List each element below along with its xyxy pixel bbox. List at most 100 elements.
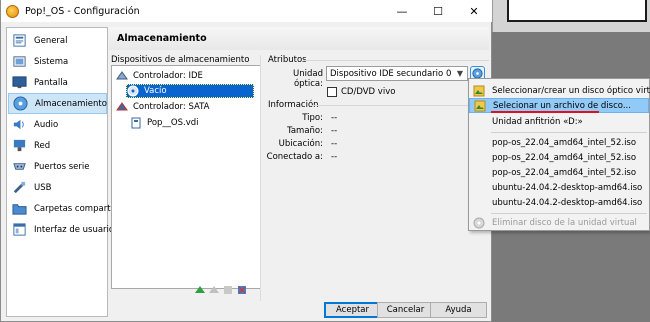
display-icon	[12, 76, 27, 89]
sidebar-item-display[interactable]: Pantalla	[8, 72, 107, 93]
menu-item-label: pop-os_22.04_amd64_intel_52.iso	[492, 152, 637, 163]
minimize-button[interactable]: —	[384, 0, 420, 22]
tree-item-label: Controlador: IDE	[133, 71, 203, 81]
menu-item-label: pop-os_22.04_amd64_intel_52.iso	[492, 137, 637, 148]
menu-item-recent-iso[interactable]: ubuntu-24.04.2-desktop-amd64.iso	[469, 180, 649, 195]
menu-item-label: pop-os_22.04_amd64_intel_52.iso	[492, 167, 637, 178]
info-location-label: Ubicación:	[278, 139, 323, 149]
menu-item-label: Unidad anfitrión «D:»	[492, 116, 583, 127]
sidebar-item-usb[interactable]: USB	[8, 177, 107, 198]
menu-item-recent-iso[interactable]: pop-os_22.04_amd64_intel_52.iso	[469, 150, 649, 165]
menu-separator	[491, 213, 647, 214]
serial-ports-icon	[13, 163, 26, 170]
ide-controller-icon	[116, 71, 128, 80]
help-button[interactable]: Ayuda	[430, 302, 487, 318]
sidebar-item-audio[interactable]: Audio	[8, 114, 107, 135]
title-bar[interactable]: Pop!_OS - Configuración — ☐ ✕	[1, 0, 492, 22]
tree-item-label: Controlador: SATA	[133, 102, 210, 112]
sidebar-item-network[interactable]: Red	[8, 135, 107, 156]
sidebar-item-label: Audio	[34, 119, 59, 130]
live-cd-checkbox[interactable]	[327, 87, 337, 97]
storage-devices-title: Dispositivos de almacenamiento	[111, 55, 250, 65]
attributes-title: Atributos	[268, 55, 307, 65]
cancel-button[interactable]: Cancelar	[377, 302, 434, 318]
chevron-down-icon: ▼	[456, 69, 464, 78]
live-cd-option[interactable]: CD/DVD vivo	[327, 87, 395, 97]
menu-item-recent-iso[interactable]: ubuntu-24.04.2-desktop-amd64.iso	[469, 195, 649, 210]
network-icon	[13, 139, 26, 152]
tree-item-label: Vacío	[144, 86, 167, 96]
add-attachment-icon[interactable]	[222, 284, 234, 296]
optical-drive-value: Dispositivo IDE secundario 0	[330, 69, 452, 79]
menu-item-label: Seleccionar/crear un disco óptico virtua…	[492, 85, 650, 96]
shared-folders-icon	[12, 204, 27, 215]
accept-button[interactable]: Aceptar	[324, 302, 381, 318]
audio-icon	[13, 119, 24, 130]
background-window	[492, 0, 650, 32]
optical-drive-select[interactable]: Dispositivo IDE secundario 0 ▼	[326, 66, 468, 81]
optical-disc-icon	[127, 85, 139, 97]
remove-controller-icon[interactable]	[208, 284, 220, 296]
information-rule	[311, 105, 489, 106]
storage-tree-toolbar	[194, 284, 248, 296]
tree-item-label: Pop__OS.vdi	[147, 118, 199, 128]
page-title: Almacenamiento	[109, 27, 489, 50]
sidebar-item-label: Almacenamiento	[35, 98, 107, 109]
info-size-label: Tamaño:	[287, 126, 323, 136]
menu-item-recent-iso[interactable]: pop-os_22.04_amd64_intel_52.iso	[469, 165, 649, 180]
group-divider	[260, 55, 261, 301]
menu-item-label: Eliminar disco de la unidad virtual	[492, 217, 637, 228]
info-type-value: --	[331, 113, 338, 123]
storage-devices-group: Dispositivos de almacenamiento Controlad…	[109, 52, 261, 304]
disc-image-icon	[474, 100, 486, 111]
storage-icon	[13, 96, 28, 111]
menu-separator	[491, 132, 647, 133]
virtualbox-app-icon	[6, 4, 19, 18]
info-size-value: --	[331, 126, 338, 136]
optical-drive-label: Unidad óptica:	[293, 69, 323, 89]
sidebar-item-serial-ports[interactable]: Puertos serie	[8, 156, 107, 177]
sidebar-item-system[interactable]: Sistema	[8, 51, 107, 72]
hard-disk-icon	[131, 117, 141, 129]
tree-item-empty-optical[interactable]: Vacío	[126, 84, 254, 98]
menu-item-host-drive[interactable]: Unidad anfitrión «D:»	[469, 114, 649, 129]
menu-item-recent-iso[interactable]: pop-os_22.04_amd64_intel_52.iso	[469, 135, 649, 150]
menu-item-label: ubuntu-24.04.2-desktop-amd64.iso	[492, 182, 643, 193]
sidebar-item-shared-folders[interactable]: Carpetas compartidas	[8, 198, 128, 219]
background-window-frame	[507, 0, 647, 22]
settings-dialog: Pop!_OS - Configuración — ☐ ✕ General Si…	[0, 0, 492, 322]
eject-disc-icon	[473, 217, 485, 228]
menu-item-label: ubuntu-24.04.2-desktop-amd64.iso	[492, 197, 643, 208]
tree-item-hard-disk[interactable]: Pop__OS.vdi	[130, 116, 199, 130]
sidebar-item-storage[interactable]: Almacenamiento	[8, 93, 107, 114]
info-connected-value: --	[331, 152, 338, 162]
attributes-rule	[303, 60, 489, 61]
sidebar-item-label: Pantalla	[34, 77, 68, 88]
sidebar-item-label: Interfaz de usuario	[34, 224, 115, 235]
window-controls: — ☐ ✕	[384, 0, 492, 22]
info-type-label: Tipo:	[302, 113, 323, 123]
info-location-value: --	[331, 139, 338, 149]
tree-item-ide-controller[interactable]: Controlador: IDE	[116, 69, 203, 83]
sidebar-item-label: Sistema	[34, 56, 69, 67]
sidebar-item-user-interface[interactable]: Interfaz de usuario	[8, 219, 114, 240]
maximize-button[interactable]: ☐	[420, 0, 456, 22]
storage-tree[interactable]: Controlador: IDE Vacío Controlador: SATA…	[111, 65, 261, 289]
remove-attachment-icon[interactable]	[236, 284, 248, 296]
menu-item-remove-disk: Eliminar disco de la unidad virtual	[469, 215, 649, 230]
menu-item-choose-create-optical[interactable]: Seleccionar/crear un disco óptico virtua…	[469, 83, 650, 98]
live-cd-label: CD/DVD vivo	[341, 87, 396, 97]
window-title: Pop!_OS - Configuración	[25, 5, 140, 17]
tree-item-sata-controller[interactable]: Controlador: SATA	[116, 100, 210, 114]
general-icon	[13, 34, 26, 47]
choose-disk-menu: Seleccionar/crear un disco óptico virtua…	[468, 78, 650, 231]
system-icon	[13, 56, 26, 67]
sidebar-item-label: Red	[34, 140, 51, 151]
sidebar-item-label: Puertos serie	[34, 161, 90, 172]
usb-icon	[13, 181, 26, 194]
disc-image-icon	[473, 85, 485, 96]
add-controller-icon[interactable]	[194, 284, 206, 296]
annotation-underline	[491, 111, 599, 113]
sidebar-item-general[interactable]: General	[8, 30, 107, 51]
close-button[interactable]: ✕	[456, 0, 492, 22]
